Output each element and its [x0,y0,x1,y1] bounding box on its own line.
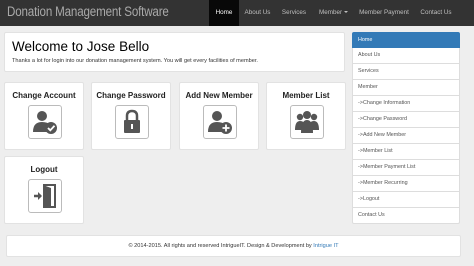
footer-developer-link[interactable]: Intrigue IT [313,243,338,249]
nav-member-dropdown[interactable]: Member [312,0,355,26]
card-title: Member List [282,91,330,100]
welcome-greeting: Welcome to [12,39,84,54]
sidebar-item-home[interactable]: Home [352,32,460,48]
sidebar-item-add-new-member[interactable]: ->Add New Member [352,128,460,144]
nav-member-label: Member [318,9,343,16]
sidebar-item-about-us[interactable]: About Us [352,48,460,64]
footer: © 2014-2015. All rights and reserved Int… [6,235,461,257]
sidebar-item-logout[interactable]: ->Logout [352,192,460,208]
welcome-heading: Welcome to Jose Bello [12,39,149,54]
caret-down-icon [344,11,349,14]
card-title: Add New Member [185,91,253,100]
sidebar-item-member-payment-list[interactable]: ->Member Payment List [352,160,460,176]
welcome-panel: Welcome to Jose Bello Thanks a lot for l… [4,32,345,72]
footer-copyright-text: © 2014-2015. All rights and reserved Int… [128,243,312,249]
lock-icon[interactable] [115,105,149,139]
nav-contact-us[interactable]: Contact Us [413,0,459,26]
add-new-member-card[interactable]: Add New Member [179,82,259,150]
users-group-icon[interactable] [290,105,324,139]
sidebar-item-contact-us[interactable]: Contact Us [352,208,460,224]
card-title: Change Account [12,91,76,100]
sidebar-item-services[interactable]: Services [352,64,460,80]
user-check-icon[interactable] [28,105,62,139]
sidebar-item-member[interactable]: Member [352,80,460,96]
sidebar-item-change-password[interactable]: ->Change Password [352,112,460,128]
nav-services[interactable]: Services [276,0,312,26]
brand-logo-text[interactable]: Donation Management Software [7,4,169,19]
change-password-card[interactable]: Change Password [91,82,171,150]
card-title: Change Password [96,91,166,100]
sidebar-item-member-recurring[interactable]: ->Member Recurring [352,176,460,192]
welcome-user-name: Jose Bello [86,39,150,54]
sidebar-item-member-list[interactable]: ->Member List [352,144,460,160]
nav-about-us[interactable]: About Us [239,0,276,26]
user-add-icon[interactable] [203,105,237,139]
nav-member-payment[interactable]: Member Payment [355,0,413,26]
nav-home[interactable]: Home [209,0,239,26]
sidebar-item-change-information[interactable]: ->Change Information [352,96,460,112]
welcome-message: Thanks a lot for login into our donation… [12,58,258,64]
logout-card[interactable]: Logout [4,156,84,224]
card-title: Logout [30,165,58,174]
member-list-card[interactable]: Member List [266,82,346,150]
change-account-card[interactable]: Change Account [4,82,84,150]
sidebar-menu: Home About Us Services Member ->Change I… [352,32,460,224]
exit-door-icon[interactable] [28,179,62,213]
top-navbar: Donation Management Software Home About … [0,0,474,26]
